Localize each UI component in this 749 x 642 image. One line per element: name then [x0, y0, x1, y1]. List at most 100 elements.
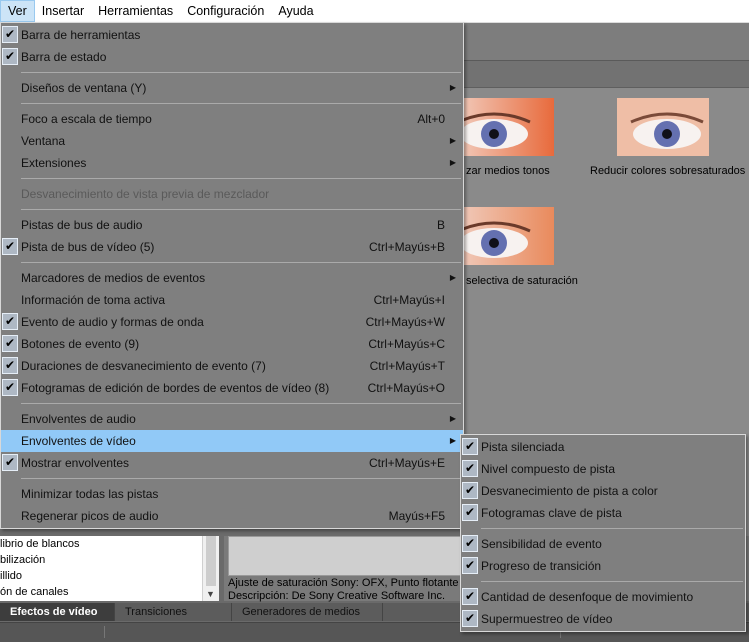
scrollbar-thumb[interactable]	[206, 536, 216, 586]
triangle-right-icon: ▶	[449, 83, 456, 92]
menu-item-desvanecimiento-de-vista-previa-de-mezclador: Desvanecimiento de vista previa de mezcl…	[1, 183, 463, 205]
menu-item-envolventes-de-audio[interactable]: Envolventes de audio ▶	[1, 408, 463, 430]
list-item[interactable]: bilización	[0, 552, 218, 568]
menu-item-progreso-de-transicion[interactable]: ✔ Progreso de transición	[461, 555, 745, 577]
menu-item-regenerar-picos-de-audio[interactable]: Regenerar picos de audio Mayús+F5	[1, 505, 463, 527]
menu-item-label: Ventana	[21, 134, 66, 148]
shortcut-label: Ctrl+Mayús+I	[373, 293, 445, 307]
list-item[interactable]: librio de blancos	[0, 536, 218, 552]
tab-video-effects[interactable]: Efectos de vídeo	[0, 603, 115, 621]
triangle-right-icon: ▶	[449, 136, 456, 145]
description-line-2: Descripción: De Sony Creative Software I…	[228, 590, 446, 602]
menu-item-sensibilidad-de-evento[interactable]: ✔ Sensibilidad de evento	[461, 533, 745, 555]
preset-thumbnail-1[interactable]	[462, 98, 554, 156]
list-item[interactable]: ón de canales	[0, 584, 218, 600]
checkmark-icon: ✔	[2, 379, 18, 396]
menu-item-label: Nivel compuesto de pista	[481, 462, 616, 476]
fx-list: librio de blancos bilización illido ón d…	[0, 536, 218, 601]
shortcut-label: Ctrl+Mayús+W	[365, 315, 445, 329]
preset-thumbnail-2[interactable]	[617, 98, 709, 156]
menu-item-label: Pista de bus de vídeo (5)	[21, 240, 155, 254]
menu-item-marcadores-de-medios-de-eventos[interactable]: Marcadores de medios de eventos ▶	[1, 267, 463, 289]
checkmark-icon: ✔	[462, 535, 478, 552]
menu-item-extensiones[interactable]: Extensiones ▶	[1, 152, 463, 174]
tab-media-generators[interactable]: Generadores de medios	[232, 603, 383, 621]
checkmark-icon: ✔	[462, 588, 478, 605]
preset-label-2[interactable]: Reducir colores sobresaturados	[590, 165, 745, 177]
menu-item-pista-de-bus-de-video-5[interactable]: ✔ Pista de bus de vídeo (5) Ctrl+Mayús+B	[1, 236, 463, 258]
menu-item-barra-de-estado[interactable]: ✔ Barra de estado	[1, 46, 463, 68]
menu-ayuda[interactable]: Ayuda	[271, 0, 320, 22]
menu-item-label: Pistas de bus de audio	[21, 218, 143, 232]
menu-item-barra-de-herramientas[interactable]: ✔ Barra de herramientas	[1, 24, 463, 46]
menu-item-cantidad-de-desenfoque-de-movimiento[interactable]: ✔ Cantidad de desenfoque de movimiento	[461, 586, 745, 608]
checkmark-icon: ✔	[2, 238, 18, 255]
menu-separator	[481, 581, 743, 582]
menu-item-fotogramas-de-edicion-de-bordes-de-eventos-de-video-8[interactable]: ✔ Fotogramas de edición de bordes de even…	[1, 377, 463, 399]
menu-bar: Ver Insertar Herramientas Configuración …	[0, 0, 749, 23]
menu-item-label: Desvanecimiento de pista a color	[481, 484, 658, 498]
menu-item-pistas-de-bus-de-audio[interactable]: Pistas de bus de audio B	[1, 214, 463, 236]
menu-item-label: Cantidad de desenfoque de movimiento	[481, 590, 694, 604]
chevron-down-icon[interactable]: ▼	[206, 589, 215, 599]
triangle-right-icon: ▶	[449, 273, 456, 282]
preset-label-3[interactable]: selectiva de saturación	[466, 275, 578, 287]
menu-item-label: Barra de estado	[21, 50, 107, 64]
menu-item-label: Pista silenciada	[481, 440, 565, 454]
menu-separator	[481, 528, 743, 529]
menu-item-label: Marcadores de medios de eventos	[21, 271, 206, 285]
video-envelopes-submenu: ✔ Pista silenciada ✔ Nivel compuesto de pis…	[460, 434, 746, 632]
menu-item-envolventes-de-video[interactable]: Envolventes de vídeo ▶	[1, 430, 463, 452]
menu-item-desvanecimiento-de-pista-a-color[interactable]: ✔ Desvanecimiento de pista a color	[461, 480, 745, 502]
checkmark-icon: ✔	[462, 610, 478, 627]
checkmark-icon: ✔	[462, 482, 478, 499]
menu-item-evento-de-audio-y-formas-de-onda[interactable]: ✔ Evento de audio y formas de onda Ctrl+Ma…	[1, 311, 463, 333]
triangle-right-icon: ▶	[449, 158, 456, 167]
menu-item-disenos-de-ventana-y[interactable]: Diseños de ventana (Y) ▶	[1, 77, 463, 99]
menu-item-fotogramas-clave-de-pista[interactable]: ✔ Fotogramas clave de pista	[461, 502, 745, 524]
menu-configuracion[interactable]: Configuración	[180, 0, 271, 22]
list-item[interactable]: illido	[0, 568, 218, 584]
menu-item-label: Barra de herramientas	[21, 28, 141, 42]
shortcut-label: Ctrl+Mayús+B	[368, 240, 445, 254]
checkmark-icon: ✔	[2, 454, 18, 471]
status-divider	[104, 626, 105, 638]
shortcut-label: Mayús+F5	[388, 509, 445, 523]
toolbar-area	[460, 23, 749, 61]
shortcut-label: Alt+0	[417, 112, 445, 126]
triangle-right-icon: ▶	[449, 436, 456, 445]
preset-thumbnail-3[interactable]	[462, 207, 554, 265]
menu-item-ventana[interactable]: Ventana ▶	[1, 130, 463, 152]
shortcut-label: Ctrl+Mayús+O	[367, 381, 445, 395]
description-line-1: Ajuste de saturación Sony: OFX, Punto fl…	[228, 577, 459, 589]
menu-item-label: Duraciones de desvanecimiento de evento …	[21, 359, 266, 373]
menu-separator	[21, 403, 461, 404]
menu-item-foco-a-escala-de-tiempo[interactable]: Foco a escala de tiempo Alt+0	[1, 108, 463, 130]
shortcut-label: Ctrl+Mayús+T	[369, 359, 445, 373]
checkmark-icon: ✔	[2, 357, 18, 374]
checkmark-icon: ✔	[2, 313, 18, 330]
menu-item-informacion-de-toma-activa[interactable]: Información de toma activa Ctrl+Mayús+I	[1, 289, 463, 311]
menu-item-botones-de-evento-9[interactable]: ✔ Botones de evento (9) Ctrl+Mayús+C	[1, 333, 463, 355]
checkmark-icon: ✔	[2, 335, 18, 352]
menu-separator	[21, 478, 461, 479]
shortcut-label: Ctrl+Mayús+C	[368, 337, 445, 351]
preset-label-1[interactable]: zar medios tonos	[466, 165, 550, 177]
menu-item-label: Desvanecimiento de vista previa de mezcl…	[21, 187, 270, 201]
fx-list-scrollbar[interactable]: ▼	[202, 536, 219, 601]
menu-insertar[interactable]: Insertar	[35, 0, 91, 22]
menu-item-pista-silenciada[interactable]: ✔ Pista silenciada	[461, 436, 745, 458]
menu-item-label: Fotogramas de edición de bordes de event…	[21, 381, 330, 395]
menu-item-label: Progreso de transición	[481, 559, 602, 573]
menu-item-minimizar-todas-las-pistas[interactable]: Minimizar todas las pistas	[1, 483, 463, 505]
menu-item-mostrar-envolventes[interactable]: ✔ Mostrar envolventes Ctrl+Mayús+E	[1, 452, 463, 474]
menu-separator	[21, 103, 461, 104]
menu-item-supermuestreo-de-video[interactable]: ✔ Supermuestreo de vídeo	[461, 608, 745, 630]
shortcut-label: Ctrl+Mayús+E	[368, 456, 445, 470]
checkmark-icon: ✔	[462, 557, 478, 574]
menu-ver[interactable]: Ver	[0, 0, 35, 22]
menu-herramientas[interactable]: Herramientas	[91, 0, 180, 22]
menu-item-duraciones-de-desvanecimiento-de-evento-7[interactable]: ✔ Duraciones de desvanecimiento de evento…	[1, 355, 463, 377]
tab-transitions[interactable]: Transiciones	[115, 603, 232, 621]
menu-item-nivel-compuesto-de-pista[interactable]: ✔ Nivel compuesto de pista	[461, 458, 745, 480]
